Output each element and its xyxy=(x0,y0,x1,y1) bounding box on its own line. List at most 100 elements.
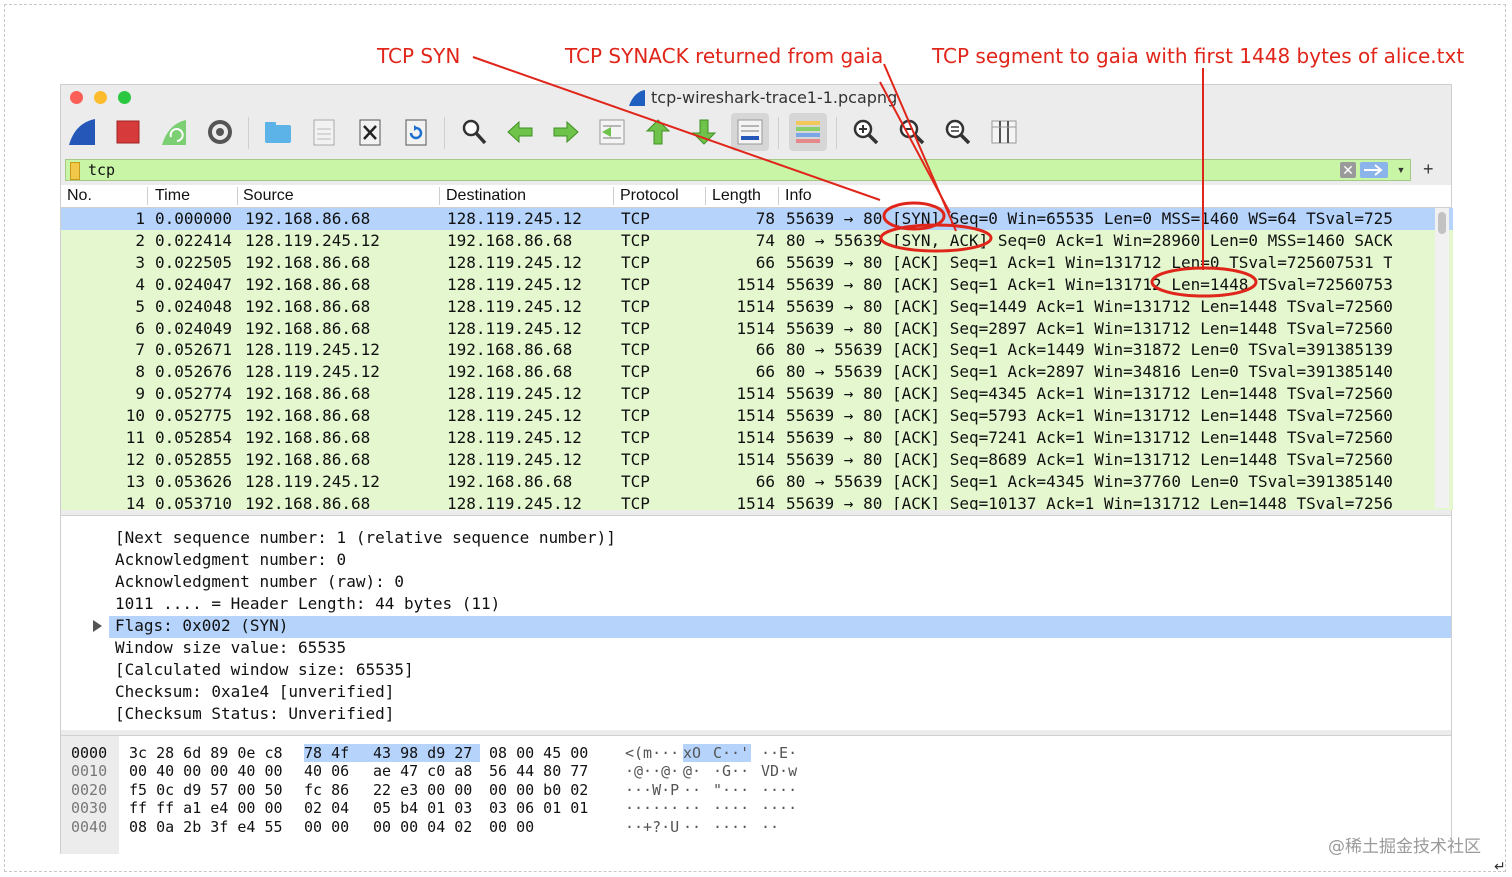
open-file-icon[interactable] xyxy=(259,113,297,151)
scrollbar-thumb[interactable] xyxy=(1438,212,1446,234)
go-forward-icon[interactable] xyxy=(547,113,585,151)
table-row[interactable]: 12 0.052855 192.168.86.68 128.119.245.12 TCP… xyxy=(61,449,1453,471)
table-row[interactable]: 14 0.053710 192.168.86.68 128.119.245.12 TCP… xyxy=(61,493,1453,510)
detail-line[interactable]: [Calculated window size: 65535] xyxy=(115,660,414,682)
detail-line[interactable]: Window size value: 65535 xyxy=(115,638,346,660)
hex-bytes[interactable]: 22 e3 00 00 xyxy=(373,781,472,799)
table-row[interactable]: 9 0.052774 192.168.86.68 128.119.245.12 TCP 1… xyxy=(61,383,1453,405)
go-last-icon[interactable] xyxy=(685,113,723,151)
reload-file-icon[interactable] xyxy=(397,113,435,151)
column-header-source[interactable]: Source xyxy=(243,187,294,205)
ascii-bytes[interactable]: xO xyxy=(683,744,701,762)
find-packet-icon[interactable] xyxy=(455,113,493,151)
hex-bytes[interactable]: ae 47 c0 a8 xyxy=(373,762,472,780)
ascii-bytes[interactable]: ··E· xyxy=(761,744,797,762)
filter-history-dropdown-icon[interactable]: ▼ xyxy=(1394,162,1408,178)
ascii-bytes[interactable]: ·· xyxy=(683,781,701,799)
autoscroll-icon[interactable] xyxy=(731,113,769,151)
colorize-icon[interactable] xyxy=(789,113,827,151)
hex-bytes[interactable]: 56 44 80 77 xyxy=(489,762,588,780)
bookmark-icon[interactable] xyxy=(70,162,80,180)
go-back-icon[interactable] xyxy=(501,113,539,151)
ascii-bytes[interactable]: "··· xyxy=(713,781,749,799)
packet-list-scrollbar[interactable] xyxy=(1435,208,1449,508)
hex-bytes[interactable]: fc 86 xyxy=(304,781,349,799)
ascii-bytes[interactable]: ·· xyxy=(683,799,701,817)
hex-bytes[interactable]: 00 40 00 00 40 00 xyxy=(129,762,283,780)
close-file-icon[interactable] xyxy=(351,113,389,151)
table-row[interactable]: 3 0.022505 192.168.86.68 128.119.245.12 TCP 6… xyxy=(61,252,1453,274)
start-capture-icon[interactable] xyxy=(63,113,101,151)
table-row[interactable]: 6 0.024049 192.168.86.68 128.119.245.12 TCP 1… xyxy=(61,318,1453,340)
ascii-bytes[interactable]: ···W·P xyxy=(625,781,679,799)
detail-line-flags[interactable]: Flags: 0x002 (SYN) xyxy=(115,616,288,638)
detail-line[interactable]: Acknowledgment number: 0 xyxy=(115,550,346,572)
column-header-info[interactable]: Info xyxy=(785,187,812,205)
table-row[interactable]: 10 0.052775 192.168.86.68 128.119.245.12 TCP… xyxy=(61,405,1453,427)
ascii-bytes[interactable]: ··+?·U xyxy=(625,818,679,836)
hex-bytes[interactable]: ff ff a1 e4 00 00 xyxy=(129,799,283,817)
detail-line[interactable]: Checksum: 0xa1e4 [unverified] xyxy=(115,682,394,704)
table-row[interactable]: 4 0.024047 192.168.86.68 128.119.245.12 TCP 1… xyxy=(61,274,1453,296)
hex-bytes[interactable]: 08 0a 2b 3f e4 55 xyxy=(129,818,283,836)
ascii-bytes[interactable]: ···· xyxy=(761,781,797,799)
hex-bytes[interactable]: 08 00 45 00 xyxy=(489,744,588,762)
apply-filter-icon[interactable] xyxy=(1360,162,1388,178)
ascii-bytes[interactable]: ·· xyxy=(761,818,779,836)
hex-bytes[interactable]: 00 00 b0 02 xyxy=(489,781,588,799)
capture-options-icon[interactable] xyxy=(201,113,239,151)
hex-bytes[interactable]: 03 06 01 01 xyxy=(489,799,588,817)
detail-line[interactable]: 1011 .... = Header Length: 44 bytes (11) xyxy=(115,594,500,616)
stop-capture-icon[interactable] xyxy=(109,113,147,151)
save-file-icon[interactable] xyxy=(305,113,343,151)
hex-bytes[interactable]: 43 98 d9 27 xyxy=(373,744,472,762)
zoom-in-icon[interactable] xyxy=(847,113,885,151)
hex-bytes[interactable]: 00 00 xyxy=(304,818,349,836)
go-to-packet-icon[interactable] xyxy=(593,113,631,151)
detail-line[interactable]: [Next sequence number: 1 (relative seque… xyxy=(115,528,616,550)
column-header-no[interactable]: No. xyxy=(67,187,92,205)
restart-capture-icon[interactable] xyxy=(155,113,193,151)
ascii-bytes[interactable]: VD·w xyxy=(761,762,797,780)
hex-bytes[interactable]: 02 04 xyxy=(304,799,349,817)
column-header-destination[interactable]: Destination xyxy=(446,187,526,205)
table-row[interactable]: 13 0.053626 128.119.245.12 192.168.86.68 TCP… xyxy=(61,471,1453,493)
ascii-bytes[interactable]: ···· xyxy=(713,818,749,836)
table-row[interactable]: 2 0.022414 128.119.245.12 192.168.86.68 TCP 7… xyxy=(61,230,1453,252)
ascii-bytes[interactable]: ······ xyxy=(625,799,679,817)
zoom-normal-icon[interactable] xyxy=(939,113,977,151)
close-window-button[interactable] xyxy=(70,91,83,104)
hex-bytes[interactable]: f5 0c d9 57 00 50 xyxy=(129,781,283,799)
hex-bytes[interactable]: 05 b4 01 03 xyxy=(373,799,472,817)
zoom-out-icon[interactable] xyxy=(893,113,931,151)
ascii-bytes[interactable]: ·@··@· xyxy=(625,762,679,780)
hex-bytes[interactable]: 00 00 xyxy=(489,818,534,836)
minimize-window-button[interactable] xyxy=(94,91,107,104)
display-filter-bar[interactable]: tcp ✕ ▼ xyxy=(65,159,1411,181)
detail-line[interactable]: [Checksum Status: Unverified] xyxy=(115,704,394,726)
ascii-bytes[interactable]: <(m··· xyxy=(625,744,679,762)
column-header-protocol[interactable]: Protocol xyxy=(620,187,679,205)
ascii-bytes[interactable]: ···· xyxy=(761,799,797,817)
go-first-icon[interactable] xyxy=(639,113,677,151)
add-filter-button[interactable]: + xyxy=(1423,159,1434,180)
clear-filter-icon[interactable]: ✕ xyxy=(1340,162,1356,178)
hex-bytes[interactable]: 40 06 xyxy=(304,762,349,780)
ascii-bytes[interactable]: ·G·· xyxy=(713,762,749,780)
column-header-length[interactable]: Length xyxy=(712,187,761,205)
ascii-bytes[interactable]: ···· xyxy=(713,799,749,817)
ascii-bytes[interactable]: ·· xyxy=(683,818,701,836)
ascii-bytes[interactable]: @· xyxy=(683,762,701,780)
table-row[interactable]: 7 0.052671 128.119.245.12 192.168.86.68 TCP 6… xyxy=(61,339,1453,361)
ascii-bytes[interactable]: C··' xyxy=(713,744,749,762)
hex-bytes[interactable]: 00 00 04 02 xyxy=(373,818,472,836)
hex-bytes[interactable]: 78 4f xyxy=(304,744,349,762)
table-row[interactable]: 11 0.052854 192.168.86.68 128.119.245.12 TCP… xyxy=(61,427,1453,449)
display-filter-input[interactable]: tcp xyxy=(88,161,115,179)
hex-bytes[interactable]: 3c 28 6d 89 0e c8 xyxy=(129,744,283,762)
table-row[interactable]: 5 0.024048 192.168.86.68 128.119.245.12 TCP 1… xyxy=(61,296,1453,318)
table-row[interactable]: 1 0.000000 192.168.86.68 128.119.245.12 TCP 7… xyxy=(61,208,1453,230)
detail-line[interactable]: Acknowledgment number (raw): 0 xyxy=(115,572,404,594)
zoom-window-button[interactable] xyxy=(118,91,131,104)
resize-columns-icon[interactable] xyxy=(985,113,1023,151)
